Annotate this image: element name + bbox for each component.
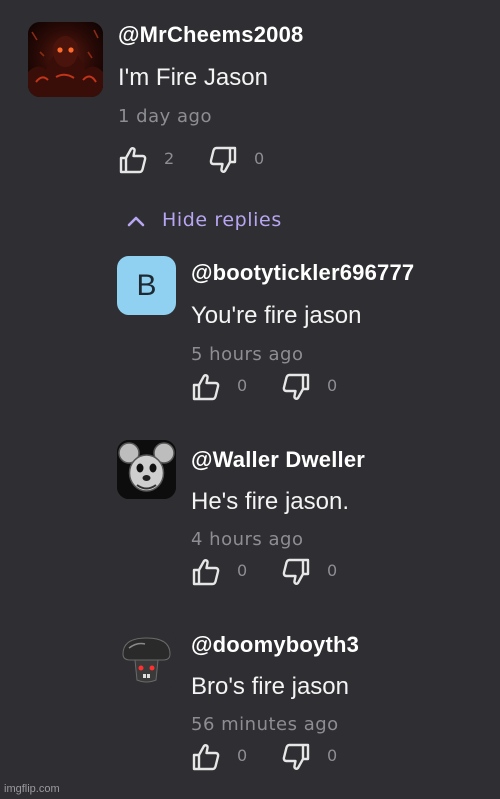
comment-author[interactable]: @MrCheems2008 — [118, 22, 303, 48]
dislike-count: 0 — [327, 561, 338, 580]
thumbs-down-icon[interactable] — [281, 742, 311, 772]
dislike-count: 0 — [327, 746, 338, 765]
reply-text: You're fire jason — [191, 302, 362, 329]
like-count: 0 — [237, 746, 248, 765]
watermark: imgflip.com — [4, 783, 60, 795]
thumbs-up-icon[interactable] — [118, 145, 148, 175]
hide-replies-label: Hide replies — [162, 209, 282, 231]
comment-actions: 2 0 — [118, 145, 278, 175]
reply-actions: 0 0 — [191, 742, 351, 772]
reply-author[interactable]: @Waller Dweller — [191, 447, 365, 473]
like-count: 0 — [237, 376, 248, 395]
thumbs-down-icon[interactable] — [281, 372, 311, 402]
mushroom-avatar[interactable] — [117, 630, 176, 689]
reply-timestamp: 4 hours ago — [191, 529, 304, 550]
letter-avatar[interactable]: B — [117, 256, 176, 315]
reply-author[interactable]: @bootytickler696777 — [191, 260, 414, 286]
reply-text: He's fire jason. — [191, 488, 349, 515]
like-count: 0 — [237, 561, 248, 580]
mouse-animatronic-avatar[interactable] — [117, 440, 176, 499]
fire-jason-avatar-image — [28, 22, 103, 97]
dislike-count: 0 — [254, 149, 265, 168]
comment-timestamp: 1 day ago — [118, 106, 212, 127]
thumbs-up-icon[interactable] — [191, 557, 221, 587]
dislike-count: 0 — [327, 376, 338, 395]
fire-jason-avatar[interactable] — [28, 22, 103, 97]
reply-actions: 0 0 — [191, 372, 351, 402]
thumbs-down-icon[interactable] — [208, 145, 238, 175]
like-count: 2 — [164, 149, 175, 168]
avatar-letter: B — [136, 268, 157, 302]
comment-item: @MrCheems2008 I'm Fire Jason 1 day ago 2… — [0, 0, 500, 200]
thumbs-down-icon[interactable] — [281, 557, 311, 587]
reply-actions: 0 0 — [191, 557, 351, 587]
reply-author[interactable]: @doomyboyth3 — [191, 632, 359, 658]
thumbs-up-icon[interactable] — [191, 372, 221, 402]
mouse-animatronic-image — [117, 440, 176, 499]
comment-text: I'm Fire Jason — [118, 64, 268, 91]
thumbs-up-icon[interactable] — [191, 742, 221, 772]
mushroom-image — [122, 637, 171, 683]
reply-text: Bro's fire jason — [191, 673, 349, 700]
reply-timestamp: 56 minutes ago — [191, 714, 339, 735]
reply-timestamp: 5 hours ago — [191, 344, 304, 365]
chevron-up-icon — [127, 216, 145, 227]
